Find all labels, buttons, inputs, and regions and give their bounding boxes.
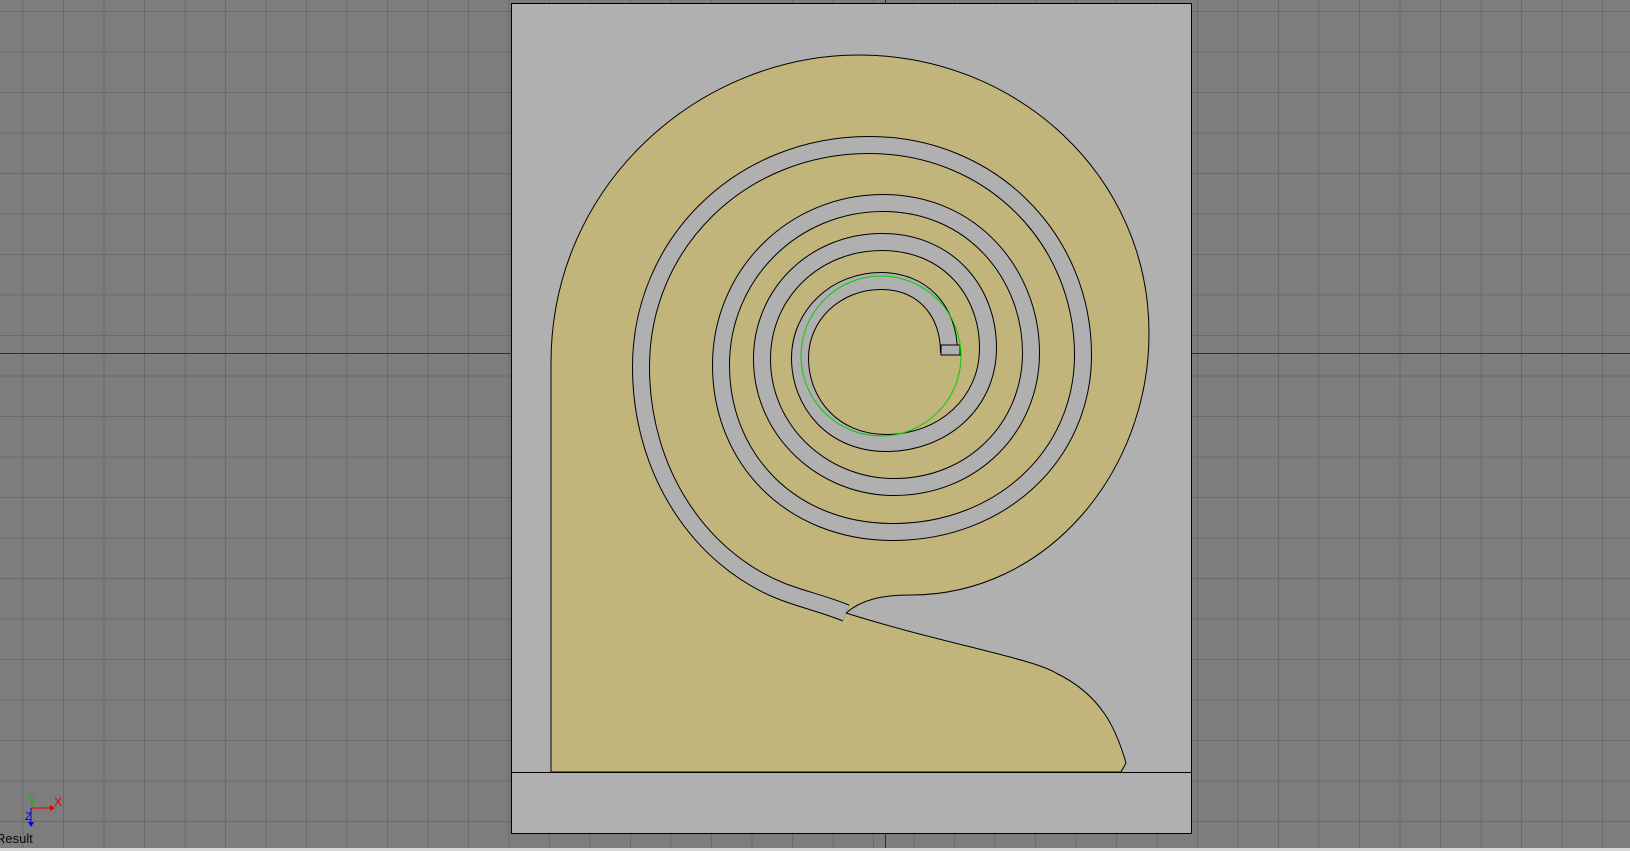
gizmo-y-label: Y [28, 794, 37, 808]
gizmo-x-label: X [54, 795, 63, 809]
viewport-3d[interactable]: Y X Z Result [0, 0, 1630, 851]
spiral-groove-end [940, 344, 961, 356]
scene-svg [511, 3, 1192, 834]
viewport-title: Result [0, 831, 33, 846]
model-panel[interactable] [511, 3, 1192, 835]
gizmo-z-label: Z [25, 811, 32, 823]
